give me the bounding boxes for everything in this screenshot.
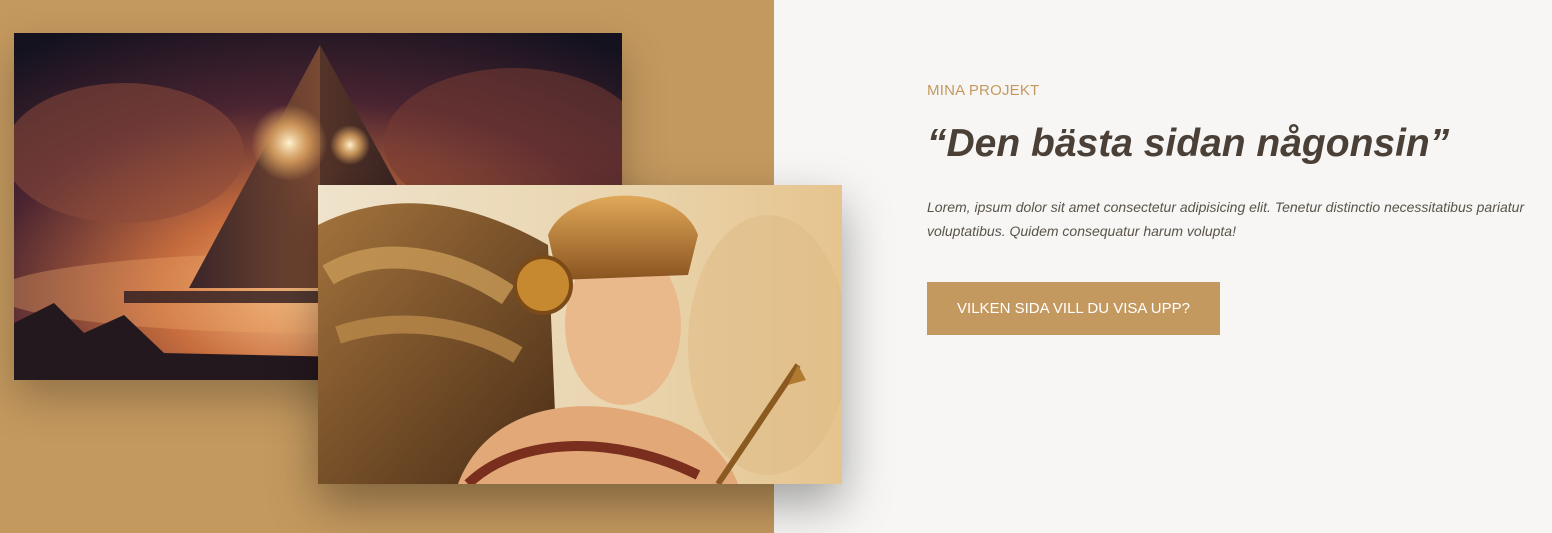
- cta-button[interactable]: VILKEN SIDA VILL DU VISA UPP?: [927, 282, 1220, 335]
- section-headline: “Den bästa sidan någonsin”: [927, 122, 1450, 165]
- section-body-text: Lorem, ipsum dolor sit amet consectetur …: [927, 199, 1525, 239]
- warrior-image: [318, 185, 842, 484]
- content-panel: [774, 0, 1552, 533]
- section-eyebrow: MINA PROJEKT: [927, 82, 1040, 99]
